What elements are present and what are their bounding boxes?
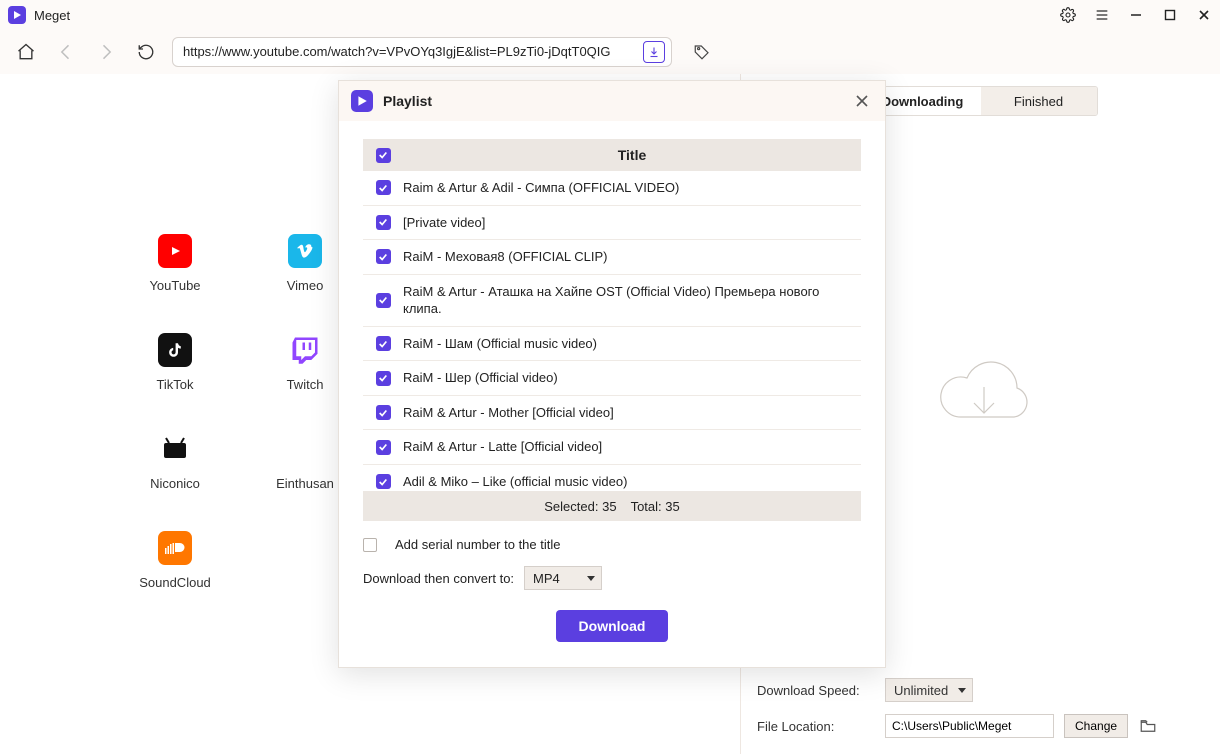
tab-finished[interactable]: Finished [981,87,1097,115]
total-count: 35 [665,499,679,514]
tag-icon[interactable] [688,38,716,66]
source-soundcloud[interactable]: SoundCloud [110,531,240,590]
speed-label: Download Speed: [757,683,875,698]
menu-icon[interactable] [1092,5,1112,25]
table-row[interactable]: RaiM & Artur - Latte [Official video] [363,430,861,465]
minimize-button[interactable] [1126,5,1146,25]
change-button[interactable]: Change [1064,714,1128,738]
source-niconico[interactable]: Niconico [110,432,240,491]
row-title: Adil & Miko – Like (official music video… [403,473,857,491]
modal-close-button[interactable] [851,90,873,112]
table-row[interactable]: [Private video] [363,206,861,241]
maximize-button[interactable] [1160,5,1180,25]
row-checkbox[interactable] [376,336,391,351]
source-label: SoundCloud [139,575,211,590]
row-checkbox[interactable] [376,474,391,489]
row-title: RaiM - Шер (Official video) [403,369,857,387]
table-row[interactable]: Raim & Artur & Adil - Симпа (OFFICIAL VI… [363,171,861,206]
forward-button[interactable] [92,38,120,66]
source-label: Twitch [287,377,324,392]
convert-label: Download then convert to: [363,571,514,586]
serial-checkbox[interactable]: Add serial number to the title [363,537,861,552]
table-row[interactable]: RaiM - Шер (Official video) [363,361,861,396]
download-url-icon[interactable] [643,41,665,63]
row-checkbox[interactable] [376,215,391,230]
select-all-checkbox[interactable] [376,148,391,163]
row-title: RaiM & Artur - Mother [Official video] [403,404,857,422]
close-button[interactable] [1194,5,1214,25]
row-checkbox[interactable] [376,293,391,308]
row-title: [Private video] [403,214,857,232]
table-row[interactable]: RaiM & Artur - Mother [Official video] [363,396,861,431]
source-label: YouTube [149,278,200,293]
playlist-modal: Playlist Title Raim & Artur & Adil - Сим… [338,80,886,668]
total-label: Total: [631,499,662,514]
back-button[interactable] [52,38,80,66]
convert-select[interactable]: MP4 [524,566,602,590]
source-youtube[interactable]: YouTube [110,234,240,293]
table-row[interactable]: Adil & Miko – Like (official music video… [363,465,861,491]
app-logo-icon [8,6,26,24]
location-input[interactable] [885,714,1054,738]
source-label: TikTok [156,377,193,392]
selected-count: 35 [602,499,616,514]
playlist-rows[interactable]: Raim & Artur & Adil - Симпа (OFFICIAL VI… [363,171,861,491]
location-label: File Location: [757,719,875,734]
modal-logo-icon [351,90,373,112]
source-label: Vimeo [287,278,324,293]
url-input[interactable] [183,44,643,59]
row-checkbox[interactable] [376,371,391,386]
speed-select[interactable]: Unlimited [885,678,973,702]
row-checkbox[interactable] [376,180,391,195]
row-checkbox[interactable] [376,249,391,264]
settings-icon[interactable] [1058,5,1078,25]
app-title: Meget [34,8,1058,23]
row-checkbox[interactable] [376,440,391,455]
table-row[interactable]: RaiM - Меховая8 (OFFICIAL CLIP) [363,240,861,275]
source-label: Niconico [150,476,200,491]
row-title: RaiM & Artur - Аташка на Хайпе OST (Offi… [403,283,857,318]
source-tiktok[interactable]: TikTok [110,333,240,392]
row-title: Raim & Artur & Adil - Симпа (OFFICIAL VI… [403,179,857,197]
row-title: RaiM & Artur - Latte [Official video] [403,438,857,456]
download-button[interactable]: Download [556,610,668,642]
cloud-download-icon [926,357,1036,437]
column-title: Title [403,147,861,163]
modal-title: Playlist [383,93,851,109]
row-title: RaiM - Шам (Official music video) [403,335,857,353]
url-bar[interactable] [172,37,672,67]
selected-label: Selected: [544,499,598,514]
open-folder-icon[interactable] [1138,716,1158,736]
right-tabs: Downloading Finished [864,86,1098,116]
table-row[interactable]: RaiM & Artur - Аташка на Хайпе OST (Offi… [363,275,861,327]
home-button[interactable] [12,38,40,66]
reload-button[interactable] [132,38,160,66]
table-row[interactable]: RaiM - Шам (Official music video) [363,327,861,362]
row-checkbox[interactable] [376,405,391,420]
row-title: RaiM - Меховая8 (OFFICIAL CLIP) [403,248,857,266]
source-label: Einthusan [276,476,334,491]
